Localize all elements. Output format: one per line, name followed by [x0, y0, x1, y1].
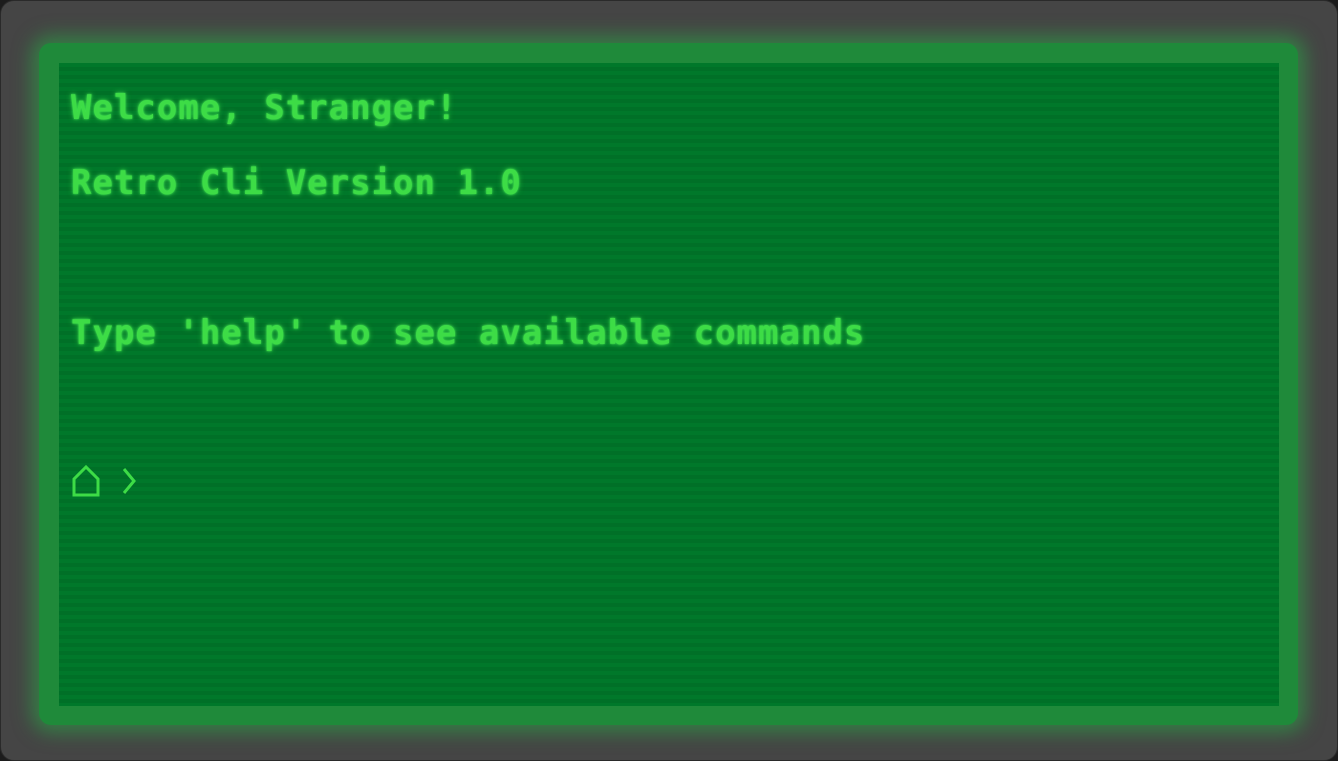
terminal-window: Welcome, Stranger! Retro Cli Version 1.0… [0, 0, 1338, 761]
command-input[interactable] [159, 461, 1243, 507]
version-text: Retro Cli Version 1.0 [71, 163, 522, 203]
help-hint: Type 'help' to see available commands [71, 313, 866, 353]
command-prompt [71, 461, 139, 501]
crt-screen[interactable]: Welcome, Stranger! Retro Cli Version 1.0… [59, 63, 1279, 706]
home-icon [71, 461, 101, 501]
welcome-message: Welcome, Stranger! [71, 88, 458, 128]
chevron-right-icon [119, 461, 139, 501]
